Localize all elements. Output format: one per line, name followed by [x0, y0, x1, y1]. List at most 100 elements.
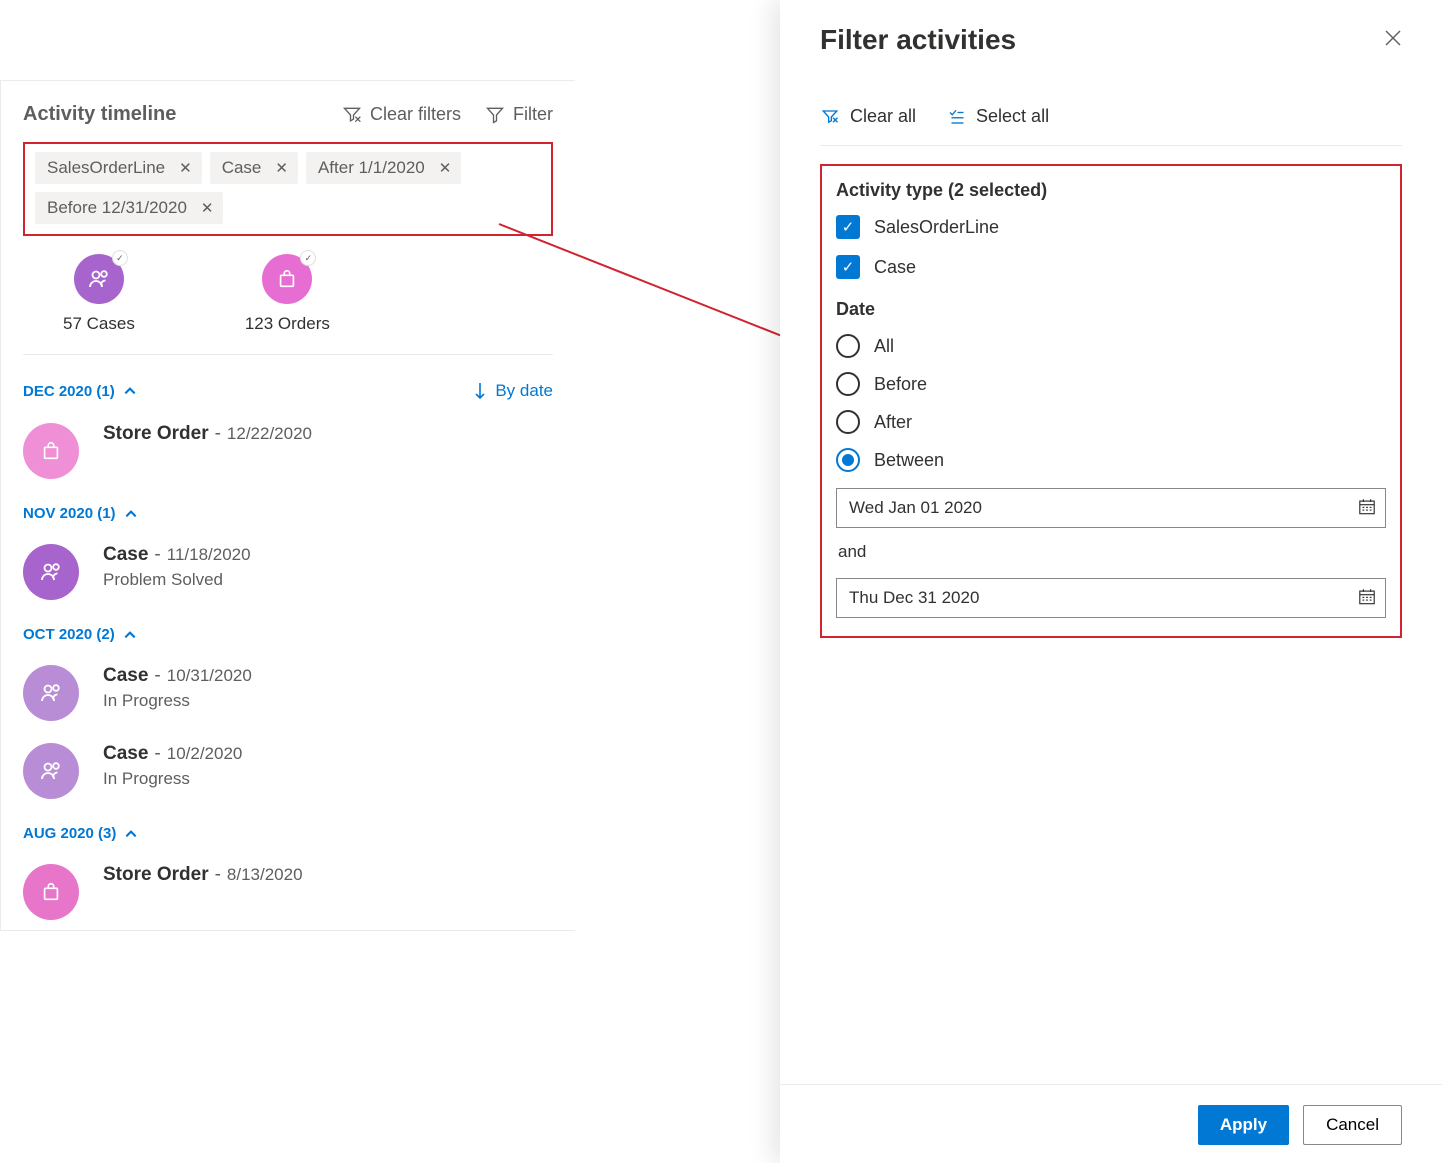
filter-chip[interactable]: After 1/1/2020 ✕ [306, 152, 461, 184]
timeline-item[interactable]: Case - 11/18/2020Problem Solved [23, 544, 553, 600]
close-icon [1384, 29, 1402, 47]
sort-by-date-button[interactable]: By date [473, 381, 553, 401]
filter-label: Filter [513, 104, 553, 125]
check-badge-icon [300, 250, 316, 266]
chip-label: SalesOrderLine [47, 158, 165, 178]
close-button[interactable] [1384, 29, 1402, 51]
select-all-label: Select all [976, 106, 1049, 127]
radio-icon[interactable] [836, 334, 860, 358]
select-all-icon [946, 108, 966, 126]
chevron-up-icon [124, 827, 138, 841]
timeline-item-title: Case [103, 544, 148, 566]
between-and-label: and [838, 542, 1386, 562]
activity-type-label: Case [874, 257, 916, 278]
panel-title: Filter activities [820, 24, 1016, 56]
checkbox-checked-icon[interactable]: ✓ [836, 215, 860, 239]
cancel-button[interactable]: Cancel [1303, 1105, 1402, 1145]
radio-icon[interactable] [836, 448, 860, 472]
date-from-field[interactable] [836, 488, 1386, 528]
timeline-item-title: Store Order [103, 864, 209, 886]
timeline-item[interactable]: Store Order - 12/22/2020 [23, 423, 553, 479]
chip-label: Case [222, 158, 262, 178]
filter-chip-container: SalesOrderLine✕Case✕After 1/1/2020✕Befor… [23, 142, 553, 236]
date-to-field[interactable] [836, 578, 1386, 618]
date-radio-option[interactable]: After [836, 410, 1386, 434]
timeline-item[interactable]: Case - 10/2/2020In Progress [23, 743, 553, 799]
select-all-button[interactable]: Select all [946, 106, 1049, 127]
timeline-item-date: 11/18/2020 [167, 545, 251, 565]
clear-filters-button[interactable]: Clear filters [342, 104, 461, 125]
group-heading: NOV 2020 (1) [23, 505, 116, 522]
timeline-item-title: Case [103, 665, 148, 687]
checkbox-checked-icon[interactable]: ✓ [836, 255, 860, 279]
filter-clear-icon [342, 105, 362, 125]
chevron-up-icon [123, 384, 137, 398]
date-radio-label: Between [874, 450, 944, 471]
arrow-down-icon [473, 382, 487, 400]
chevron-up-icon [123, 628, 137, 642]
filter-settings-box: Activity type (2 selected) ✓ SalesOrderLi… [820, 164, 1402, 638]
timeline-item-subtitle: In Progress [103, 769, 242, 789]
clear-all-button[interactable]: Clear all [820, 106, 916, 127]
radio-icon[interactable] [836, 372, 860, 396]
filter-panel: Filter activities Clear all Select all A… [780, 0, 1442, 1163]
filter-button[interactable]: Filter [485, 104, 553, 125]
chip-remove-icon[interactable]: ✕ [201, 201, 214, 216]
filter-clear-icon [820, 108, 840, 126]
chip-remove-icon[interactable]: ✕ [179, 161, 192, 176]
chevron-up-icon [124, 507, 138, 521]
group-toggle[interactable]: OCT 2020 (2) [23, 626, 137, 643]
activity-type-option[interactable]: ✓ SalesOrderLine [836, 215, 1386, 239]
date-from-input[interactable] [836, 488, 1386, 528]
apply-button[interactable]: Apply [1198, 1105, 1289, 1145]
summary-item[interactable]: 123 Orders [245, 254, 330, 334]
group-heading: DEC 2020 (1) [23, 383, 115, 400]
person-icon [23, 743, 79, 799]
date-radio-option[interactable]: Before [836, 372, 1386, 396]
group-toggle[interactable]: NOV 2020 (1) [23, 505, 138, 522]
timeline-item-date: 10/31/2020 [167, 666, 252, 686]
timeline-item[interactable]: Store Order - 8/13/2020 [23, 864, 553, 920]
date-to-input[interactable] [836, 578, 1386, 618]
chip-label: After 1/1/2020 [318, 158, 425, 178]
chip-remove-icon[interactable]: ✕ [275, 161, 288, 176]
activity-type-option[interactable]: ✓ Case [836, 255, 1386, 279]
group-heading: AUG 2020 (3) [23, 825, 116, 842]
clear-all-label: Clear all [850, 106, 916, 127]
group-toggle[interactable]: DEC 2020 (1) [23, 383, 137, 400]
activity-type-heading: Activity type (2 selected) [836, 180, 1386, 201]
timeline-title: Activity timeline [23, 103, 176, 126]
calendar-icon[interactable] [1358, 498, 1376, 519]
filter-chip[interactable]: SalesOrderLine ✕ [35, 152, 202, 184]
date-radio-option[interactable]: Between [836, 448, 1386, 472]
radio-icon[interactable] [836, 410, 860, 434]
timeline-item-date: 8/13/2020 [227, 865, 303, 885]
date-radio-option[interactable]: All [836, 334, 1386, 358]
date-radio-label: Before [874, 374, 927, 395]
date-radio-label: After [874, 412, 912, 433]
activity-type-label: SalesOrderLine [874, 217, 999, 238]
chip-remove-icon[interactable]: ✕ [439, 161, 452, 176]
bag-icon [23, 864, 79, 920]
timeline-item-date: 12/22/2020 [227, 424, 312, 444]
bag-icon [23, 423, 79, 479]
date-radio-label: All [874, 336, 894, 357]
calendar-icon[interactable] [1358, 588, 1376, 609]
summary-count: 123 Orders [245, 314, 330, 334]
check-badge-icon [112, 250, 128, 266]
person-icon [23, 544, 79, 600]
date-heading: Date [836, 299, 1386, 320]
timeline-item-subtitle: In Progress [103, 691, 252, 711]
chip-label: Before 12/31/2020 [47, 198, 187, 218]
sort-label: By date [495, 381, 553, 401]
timeline-item[interactable]: Case - 10/31/2020In Progress [23, 665, 553, 721]
filter-chip[interactable]: Before 12/31/2020 ✕ [35, 192, 223, 224]
group-toggle[interactable]: AUG 2020 (3) [23, 825, 138, 842]
activity-timeline-card: Activity timeline Clear filters Filter S… [0, 80, 575, 931]
person-icon [23, 665, 79, 721]
filter-chip[interactable]: Case ✕ [210, 152, 298, 184]
panel-footer: Apply Cancel [780, 1084, 1442, 1163]
summary-row: 57 Cases 123 Orders [23, 246, 553, 355]
summary-item[interactable]: 57 Cases [63, 254, 135, 334]
group-heading: OCT 2020 (2) [23, 626, 115, 643]
